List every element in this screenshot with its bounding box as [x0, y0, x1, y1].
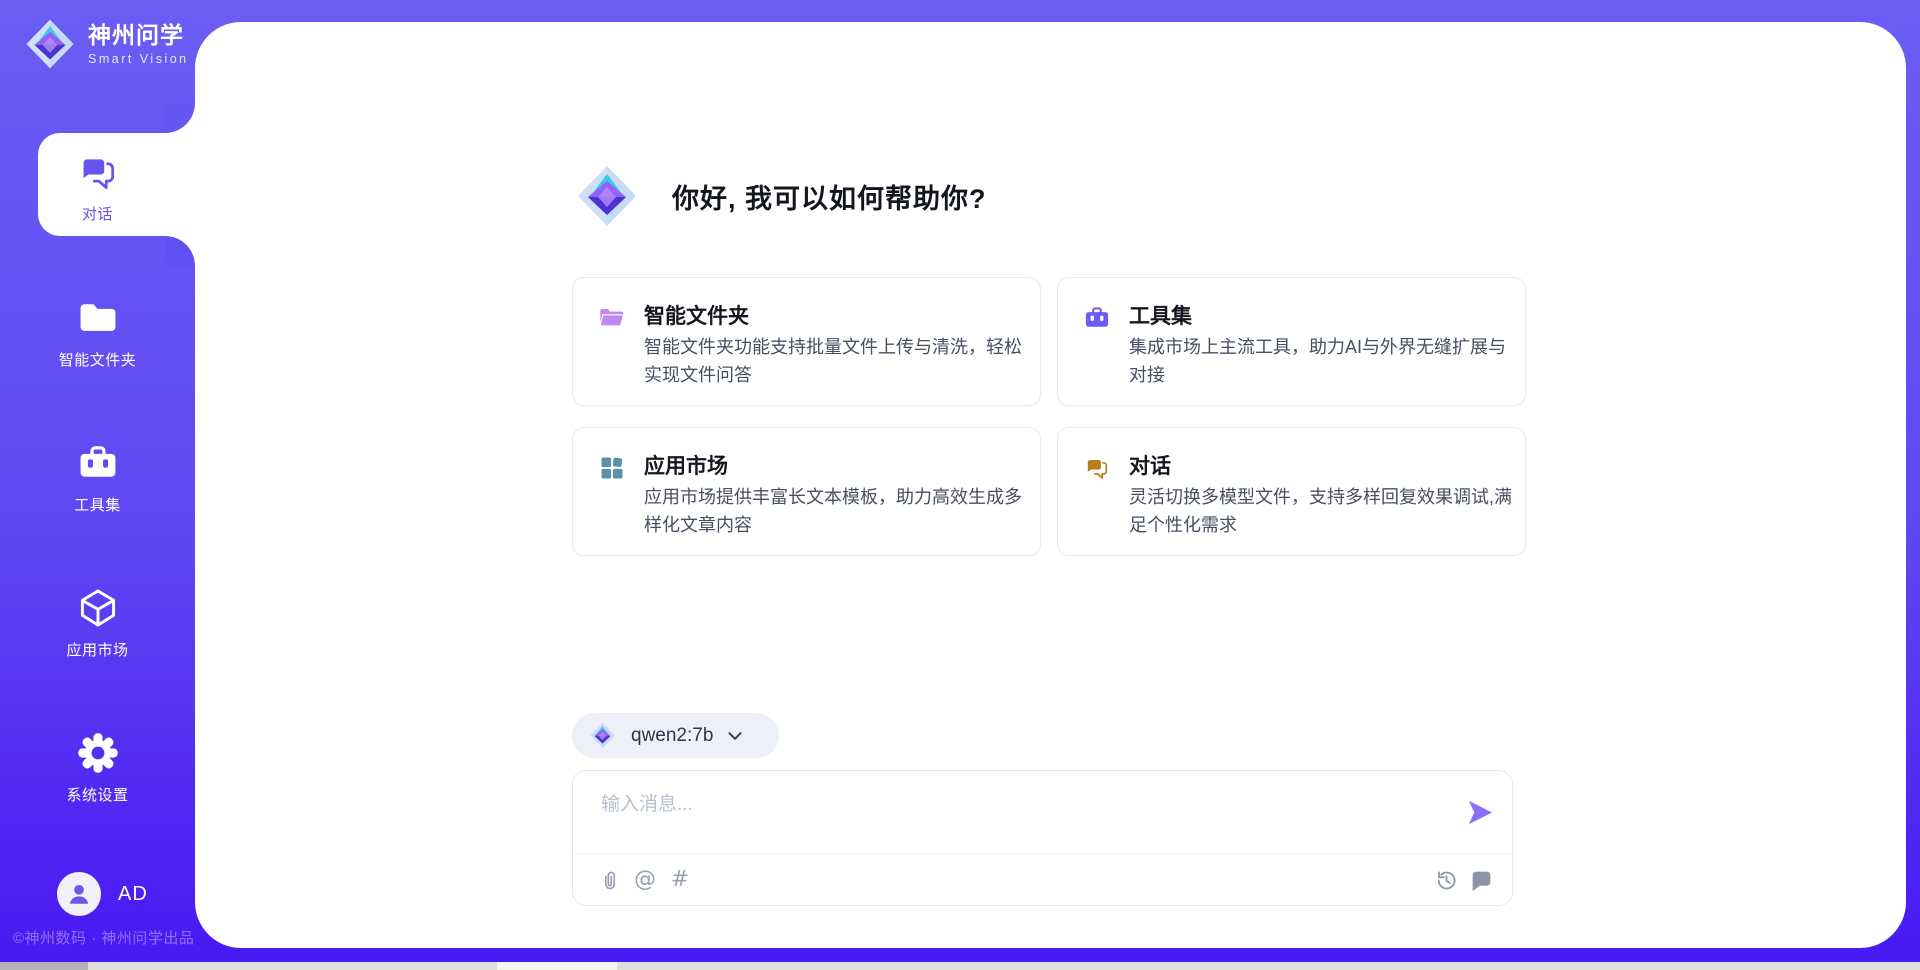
card-description: 智能文件夹功能支持批量文件上传与清洗，轻松实现文件问答: [644, 333, 1028, 389]
model-name: qwen2:7b: [631, 725, 713, 747]
person-icon: [65, 880, 93, 908]
chat-icon: [76, 150, 120, 194]
card-toolset[interactable]: 工具集 集成市场上主流工具，助力AI与外界无缝扩展与对接: [1057, 277, 1526, 406]
send-button[interactable]: [1463, 796, 1497, 828]
chevron-down-icon: [726, 728, 744, 744]
card-title: 智能文件夹: [644, 300, 749, 330]
hash-button[interactable]: #: [667, 867, 693, 893]
feature-cards: 智能文件夹 智能文件夹功能支持批量文件上传与清洗，轻松实现文件问答 工具集 集成…: [572, 277, 1526, 556]
gem-icon: [589, 722, 616, 749]
history-button[interactable]: [1433, 867, 1459, 893]
card-app-market[interactable]: 应用市场 应用市场提供丰富长文本模板，助力高效生成多样化文章内容: [572, 427, 1041, 556]
composer-divider: [573, 853, 1512, 854]
card-title: 应用市场: [644, 450, 728, 480]
gem-icon: [575, 164, 639, 228]
attachment-button[interactable]: [597, 867, 623, 893]
comment-icon: [1470, 869, 1493, 892]
sidebar-item-settings[interactable]: 系统设置: [0, 731, 195, 805]
gear-icon: [76, 731, 120, 775]
bubble-notch-top: [165, 103, 195, 133]
brand-logo[interactable]: 神州问学 Smart Vision: [24, 18, 189, 70]
gem-icon: [24, 18, 76, 70]
page-title: 你好, 我可以如何帮助你?: [672, 177, 987, 216]
app-window: 神州问学 Smart Vision 对话 智能文件夹 工具集 应用市场 系统设置…: [0, 0, 1920, 970]
comment-button[interactable]: [1468, 867, 1494, 893]
message-composer: @ #: [572, 770, 1513, 906]
composer-toolbar: @ #: [597, 863, 1494, 897]
history-icon: [1435, 869, 1458, 892]
sidebar-item-smart-folder[interactable]: 智能文件夹: [0, 296, 195, 370]
apps-grid-icon: [598, 454, 626, 482]
sidebar-item-label: 系统设置: [66, 784, 128, 805]
card-title: 工具集: [1129, 300, 1192, 330]
sidebar-item-label: 应用市场: [66, 639, 128, 660]
copyright-text: ©神州数码 · 神州问学出品: [13, 927, 194, 948]
sidebar-item-chat[interactable]: 对话: [0, 150, 195, 224]
window-bottom-edge: [0, 962, 1920, 970]
card-description: 集成市场上主流工具，助力AI与外界无缝扩展与对接: [1129, 333, 1513, 389]
attachment-icon: [599, 869, 621, 891]
brand-name: 神州问学: [88, 22, 189, 48]
user-account[interactable]: AD: [57, 872, 148, 916]
toolbox-icon: [76, 441, 120, 485]
sidebar-item-app-market[interactable]: 应用市场: [0, 586, 195, 660]
sidebar-item-label: 对话: [82, 203, 113, 224]
brand-subtitle: Smart Vision: [88, 52, 189, 66]
sidebar-item-label: 智能文件夹: [59, 349, 137, 370]
send-icon: [1466, 799, 1495, 826]
avatar: [57, 872, 101, 916]
folder-open-icon: [598, 304, 626, 332]
card-description: 灵活切换多模型文件，支持多样回复效果调试,满足个性化需求: [1129, 483, 1513, 539]
sidebar-item-toolset[interactable]: 工具集: [0, 441, 195, 515]
user-initials: AD: [118, 883, 148, 906]
cube-icon: [76, 586, 120, 630]
message-input[interactable]: [599, 787, 1453, 847]
mention-button[interactable]: @: [632, 867, 658, 893]
model-selector[interactable]: qwen2:7b: [572, 713, 779, 758]
card-chat[interactable]: 对话 灵活切换多模型文件，支持多样回复效果调试,满足个性化需求: [1057, 427, 1526, 556]
chat-icon: [1083, 454, 1111, 482]
greeting: 你好, 我可以如何帮助你?: [575, 164, 987, 228]
bubble-notch-bottom: [165, 236, 195, 266]
sidebar-item-label: 工具集: [74, 494, 121, 515]
card-smart-folder[interactable]: 智能文件夹 智能文件夹功能支持批量文件上传与清洗，轻松实现文件问答: [572, 277, 1041, 406]
toolbox-icon: [1083, 304, 1111, 332]
card-description: 应用市场提供丰富长文本模板，助力高效生成多样化文章内容: [644, 483, 1028, 539]
folder-icon: [76, 296, 120, 340]
card-title: 对话: [1129, 450, 1171, 480]
